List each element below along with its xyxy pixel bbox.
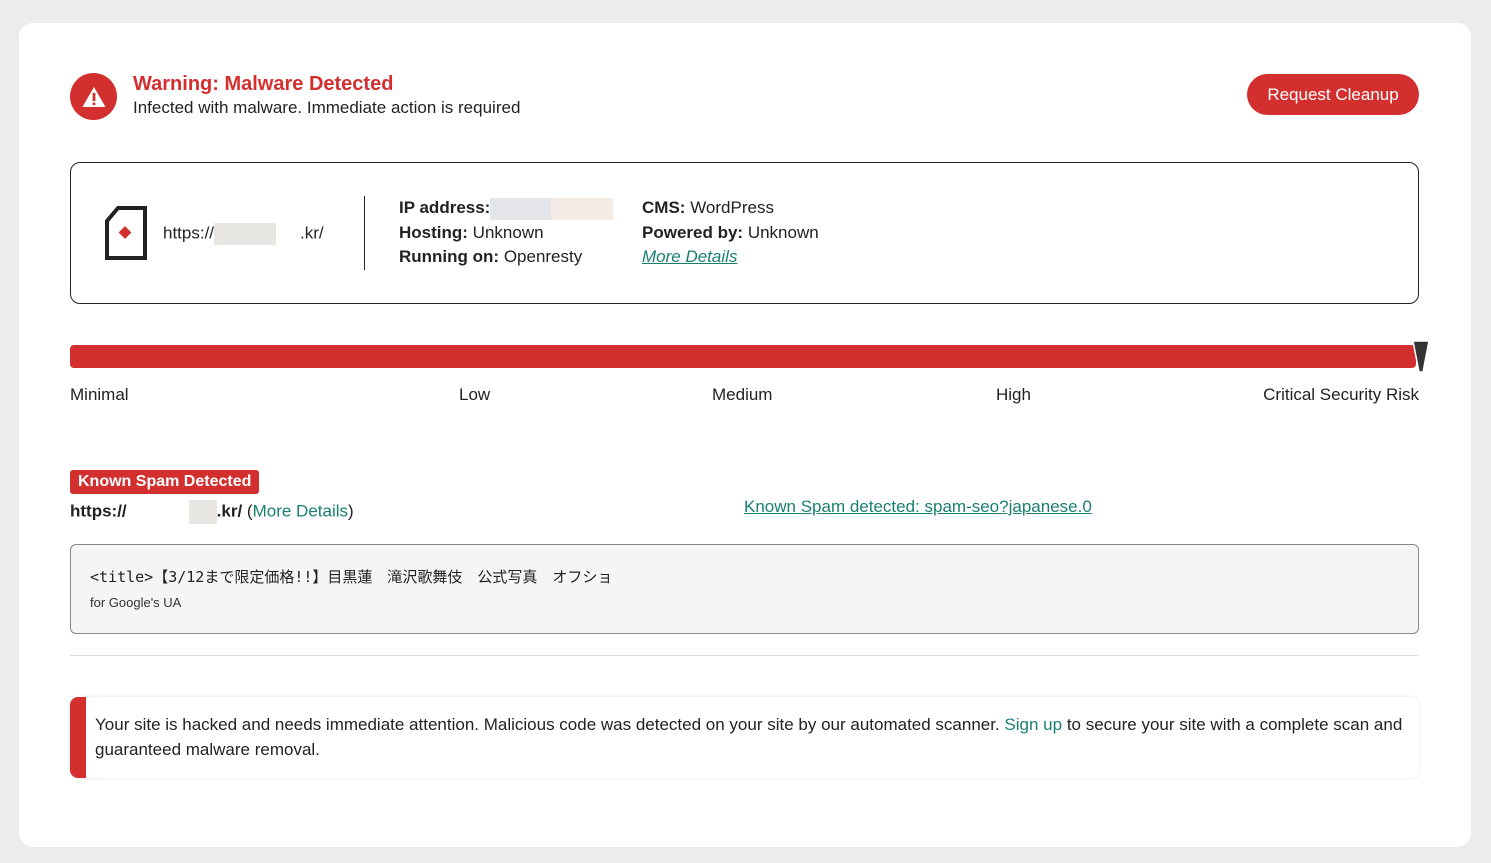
- spam-code-box: <title>【3/12まで限定価格!!】目黒蓮 滝沢歌舞伎 公式写真 オフショ…: [70, 544, 1419, 634]
- risk-label-medium: Medium: [712, 385, 773, 404]
- report-card: Warning: Malware Detected Infected with …: [19, 23, 1471, 847]
- risk-marker-icon: [1412, 338, 1430, 374]
- hacked-alert: Your site is hacked and needs immediate …: [70, 697, 1419, 778]
- request-cleanup-button[interactable]: Request Cleanup: [1247, 74, 1419, 115]
- alert-text: Your site is hacked and needs immediate …: [95, 712, 1405, 762]
- spam-url-suffix: .kr/: [216, 501, 243, 521]
- report-content: Warning: Malware Detected Infected with …: [70, 23, 1430, 847]
- redacted-domain: [214, 223, 277, 245]
- risk-meter-bar: [70, 345, 1416, 368]
- running-row: Running on: Openresty: [399, 245, 613, 270]
- cms-label: CMS:: [642, 198, 686, 217]
- running-label: Running on:: [399, 247, 500, 266]
- redacted-spam-domain: [188, 500, 217, 524]
- site-url: https:// .kr/: [163, 223, 324, 245]
- paren-close: ): [348, 501, 354, 521]
- cms-value: WordPress: [690, 198, 774, 217]
- powered-row: Powered by: Unknown: [642, 221, 819, 246]
- risk-label-low: Low: [459, 385, 491, 404]
- spam-url: https://.kr/ (More Details): [70, 500, 354, 524]
- hosting-value: Unknown: [472, 222, 544, 242]
- spam-code-line: <title>【3/12まで限定価格!!】目黒蓮 滝沢歌舞伎 公式写真 オフショ: [90, 568, 613, 586]
- site-file-icon: [104, 205, 148, 261]
- risk-label-minimal: Minimal: [70, 385, 129, 404]
- alert-text-before: Your site is hacked and needs immediate …: [95, 715, 1005, 734]
- powered-value: Unknown: [747, 222, 819, 242]
- site-url-suffix: .kr/: [300, 223, 324, 243]
- divider: [364, 196, 365, 270]
- spam-more-details-link[interactable]: More Details: [253, 501, 348, 520]
- warning-icon: [70, 73, 117, 120]
- risk-label-critical: Critical Security Risk: [1263, 385, 1419, 404]
- cms-info: CMS: WordPress Powered by: Unknown More …: [642, 196, 819, 270]
- site-url-prefix: https://: [163, 223, 215, 243]
- redacted-ip-1: [490, 197, 552, 220]
- redacted-ip-2: [551, 197, 614, 220]
- hosting-label: Hosting:: [399, 222, 468, 242]
- section-divider: [70, 655, 1419, 656]
- ip-label: IP address:: [399, 198, 491, 217]
- ip-row: IP address:: [399, 196, 614, 221]
- spam-url-prefix: https://: [70, 501, 127, 521]
- powered-label: Powered by:: [642, 222, 744, 242]
- warning-subtitle: Infected with malware. Immediate action …: [133, 98, 521, 117]
- cms-row: CMS: WordPress: [642, 196, 819, 221]
- alert-stripe: [70, 697, 86, 778]
- sign-up-link[interactable]: Sign up: [1004, 715, 1062, 734]
- known-spam-detected-link[interactable]: Known Spam detected: spam-seo?japanese.0: [744, 497, 1092, 517]
- hosting-row: Hosting: Unknown: [399, 221, 613, 246]
- known-spam-badge: Known Spam Detected: [70, 470, 260, 494]
- server-info: IP address: Hosting: Unknown Running on:…: [399, 196, 614, 270]
- warning-title: Warning: Malware Detected: [133, 73, 394, 95]
- spam-code-note: for Google's UA: [90, 595, 182, 610]
- risk-label-high: High: [996, 385, 1031, 404]
- more-details-link[interactable]: More Details: [642, 247, 737, 266]
- site-info-box: https:// .kr/ IP address: Hosting: Unknow…: [70, 162, 1419, 304]
- running-value: Openresty: [503, 247, 583, 266]
